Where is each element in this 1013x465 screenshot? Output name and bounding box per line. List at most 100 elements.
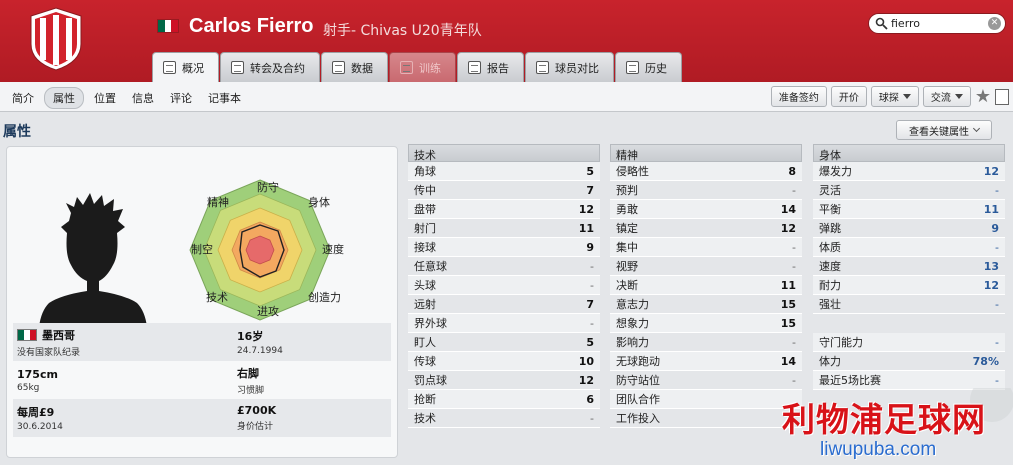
main-tabs: 概况 转会及合约 数据 训练 报告 球员对比 历史 xyxy=(152,52,683,82)
subnav-comments[interactable]: 评论 xyxy=(164,87,198,109)
technical-attributes: 技术 角球 5 传中 7 盘带 12 射门 11 接球 9 任意球 - 头球 - 远射 7 界外球 - 盯人 5 传球 1… xyxy=(408,144,600,428)
attribute-row: 体质 - xyxy=(813,238,1005,257)
attribute-name: 接球 xyxy=(414,241,436,254)
tab-overview[interactable]: 概况 xyxy=(152,52,219,82)
attribute-name: 视野 xyxy=(616,260,638,273)
prepare-sign-button[interactable]: 准备签约 xyxy=(770,86,827,107)
attribute-name: 传球 xyxy=(414,355,436,368)
attribute-value: - xyxy=(792,373,796,387)
clear-search-icon[interactable]: ✕ xyxy=(988,17,1001,30)
attribute-name: 影响力 xyxy=(616,336,649,349)
attribute-name: 盯人 xyxy=(414,336,436,349)
page-title: 属性 xyxy=(3,124,31,140)
attribute-value: 11 xyxy=(578,221,594,235)
attribute-row: 传球 10 xyxy=(408,352,600,371)
attribute-name: 侵略性 xyxy=(616,165,649,178)
attribute-name: 耐力 xyxy=(819,279,841,292)
attribute-row: 意志力 15 xyxy=(610,295,802,314)
subnav-attributes[interactable]: 属性 xyxy=(44,87,84,109)
attribute-value: - xyxy=(995,335,999,349)
bid-button[interactable]: 开价 xyxy=(830,86,867,107)
attribute-value: 9 xyxy=(991,221,999,235)
age: 16岁 xyxy=(237,330,264,343)
interact-dropdown[interactable]: 交流 xyxy=(922,86,971,107)
attribute-row: 盯人 5 xyxy=(408,333,600,352)
attribute-value: - xyxy=(995,297,999,311)
attribute-value: 6 xyxy=(586,392,594,406)
attribute-name: 平衡 xyxy=(819,203,841,216)
row-spacer xyxy=(813,314,1005,333)
radar-label-technique: 技术 xyxy=(206,291,228,304)
physical-attributes: 身体 爆发力 12 灵活 - 平衡 11 弹跳 9 体质 - 速度 13 耐力 12 强壮 - 守门能力 - 体力 7… xyxy=(813,144,1005,390)
compare-icon xyxy=(536,61,549,74)
key-attributes-button[interactable]: 查看关键属性 xyxy=(896,120,992,140)
attribute-name: 弹跳 xyxy=(819,222,841,235)
attribute-value: 11 xyxy=(983,202,999,216)
preferred-foot-label: 习惯脚 xyxy=(237,385,265,396)
attribute-name: 预判 xyxy=(616,184,638,197)
attribute-row: 盘带 12 xyxy=(408,200,600,219)
tab-stats[interactable]: 数据 xyxy=(321,52,388,82)
player-silhouette-icon xyxy=(39,193,147,327)
chevron-down-icon xyxy=(954,94,963,99)
attribute-value: 7 xyxy=(586,297,594,311)
stats-icon xyxy=(332,61,345,74)
estimated-value: £700K xyxy=(237,404,277,417)
attribute-row: 弹跳 9 xyxy=(813,219,1005,238)
tab-history[interactable]: 历史 xyxy=(615,52,682,82)
subnav-info[interactable]: 信息 xyxy=(126,87,160,109)
attribute-row: 头球 - xyxy=(408,276,600,295)
tab-training[interactable]: 训练 xyxy=(389,52,456,82)
player-info-table: 墨西哥 没有国家队纪录 16岁 24.7.1994 175cm 65kg 右脚 … xyxy=(13,323,391,437)
attribute-row: 勇敢 14 xyxy=(610,200,802,219)
attribute-row: 集中 - xyxy=(610,238,802,257)
star-icon[interactable]: ★ xyxy=(975,87,991,106)
attribute-row: 想象力 15 xyxy=(610,314,802,333)
player-position-club: 射手- Chivas U20青年队 xyxy=(323,23,482,39)
radar-label-creativity: 创造力 xyxy=(308,291,341,304)
attribute-row: 界外球 - xyxy=(408,314,600,333)
attribute-name: 镇定 xyxy=(616,222,638,235)
attribute-name: 体力 xyxy=(819,355,841,368)
attribute-row: 体力 78% xyxy=(813,352,1005,371)
search-input[interactable]: fierro ✕ xyxy=(868,13,1006,34)
attribute-name: 罚点球 xyxy=(414,374,447,387)
attribute-name: 最近5场比赛 xyxy=(819,374,881,387)
attribute-name: 爆发力 xyxy=(819,165,852,178)
wage: 每周£9 xyxy=(17,406,55,419)
subnav-profile[interactable]: 简介 xyxy=(6,87,40,109)
info-row: 墨西哥 没有国家队纪录 16岁 24.7.1994 xyxy=(13,323,391,361)
chevron-down-icon xyxy=(972,124,981,133)
radar-label-attack: 进攻 xyxy=(257,305,279,318)
watermark-text: 利物浦足球网 xyxy=(782,400,986,439)
nationality: 墨西哥 xyxy=(42,328,75,342)
tab-transfer-contract[interactable]: 转会及合约 xyxy=(220,52,320,82)
add-note-icon[interactable] xyxy=(995,88,1009,105)
height: 175cm xyxy=(17,367,58,381)
attribute-value: 15 xyxy=(780,316,796,330)
attribute-name: 界外球 xyxy=(414,317,447,330)
attribute-row: 决断 11 xyxy=(610,276,802,295)
attribute-row: 角球 5 xyxy=(408,162,600,181)
tab-compare[interactable]: 球员对比 xyxy=(525,52,614,82)
subnav-positions[interactable]: 位置 xyxy=(88,87,122,109)
attribute-value: - xyxy=(792,183,796,197)
subnav-notebook[interactable]: 记事本 xyxy=(202,87,247,109)
attribute-name: 速度 xyxy=(819,260,841,273)
attribute-value: 10 xyxy=(578,354,594,368)
attribute-row: 强壮 - xyxy=(813,295,1005,314)
attribute-value: 7 xyxy=(586,183,594,197)
mexico-flag-icon xyxy=(17,328,37,341)
sub-navigation: 简介 属性 位置 信息 评论 记事本 准备签约 开价 球探 交流 ★ xyxy=(0,82,1013,112)
estimated-value-label: 身价估计 xyxy=(237,422,274,432)
attribute-row: 镇定 12 xyxy=(610,219,802,238)
attribute-name: 意志力 xyxy=(616,298,649,311)
attribute-value: - xyxy=(792,335,796,349)
scout-dropdown[interactable]: 球探 xyxy=(870,86,919,107)
attribute-value: - xyxy=(590,278,594,292)
info-row: 每周£9 30.6.2014 £700K 身价估计 xyxy=(13,399,391,437)
radar-label-speed: 速度 xyxy=(322,243,344,256)
attribute-name: 体质 xyxy=(819,241,841,254)
contract-icon xyxy=(231,61,244,74)
tab-report[interactable]: 报告 xyxy=(457,52,524,82)
